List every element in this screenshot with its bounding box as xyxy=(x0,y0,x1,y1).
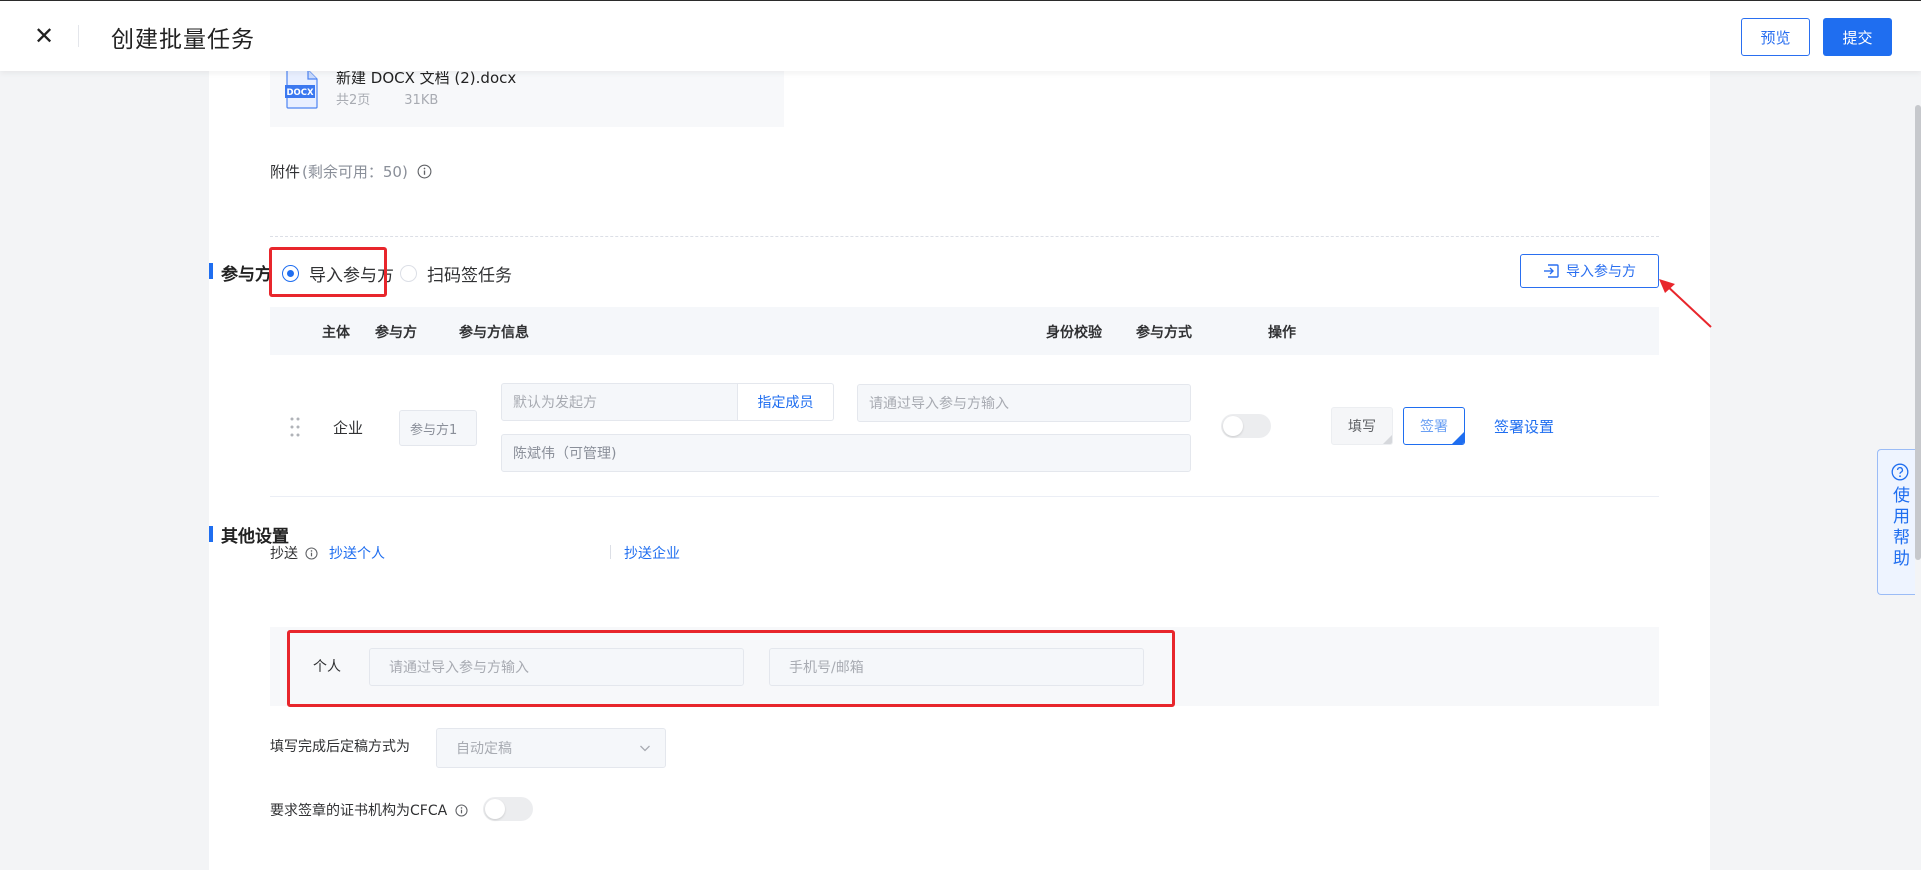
cc-person-link[interactable]: 抄送个人 xyxy=(329,543,385,563)
attachment-remaining: (剩余可用：50) xyxy=(302,163,408,181)
submit-button[interactable]: 提交 xyxy=(1823,18,1892,56)
party-name-field[interactable]: 参与方1 xyxy=(399,410,477,446)
finalize-select-value: 自动定稿 xyxy=(456,741,512,757)
page-title: 创建批量任务 xyxy=(111,27,255,53)
identity-check-toggle[interactable] xyxy=(1221,414,1271,438)
mode-fill-label: 填写 xyxy=(1348,419,1376,435)
document-size: 31KB xyxy=(404,93,439,108)
participants-table-header: 主体 参与方 参与方信息 身份校验 参与方式 操作 xyxy=(270,307,1659,355)
radio-unselected-icon xyxy=(400,265,417,282)
cfca-toggle[interactable] xyxy=(483,797,533,821)
import-icon xyxy=(1544,264,1559,278)
assign-member-button[interactable]: 指定成员 xyxy=(738,383,834,421)
import-button-label: 导入参与方 xyxy=(1566,264,1636,280)
highlight-box-cc xyxy=(287,630,1175,707)
column-header: 参与方信息 xyxy=(459,325,529,341)
document-meta: 共2页 31KB xyxy=(336,89,438,108)
document-card[interactable]: DOCX 新建 DOCX 文档 (2).docx 共2页 31KB xyxy=(270,69,784,127)
finalize-label: 填写完成后定稿方式为 xyxy=(270,739,410,755)
cc-company-link[interactable]: 抄送企业 xyxy=(624,543,680,563)
radio-label: 扫码签任务 xyxy=(427,266,512,286)
mode-fill-chip[interactable]: 填写 xyxy=(1331,407,1393,445)
cfca-label: 要求签章的证书机构为CFCA xyxy=(270,800,468,820)
participant-manager-field[interactable]: 陈斌伟（可管理) xyxy=(501,434,1191,472)
drag-handle-icon[interactable] xyxy=(289,416,301,438)
column-header: 主体 xyxy=(322,325,350,341)
docx-icon-text: DOCX xyxy=(286,88,314,98)
docx-file-icon: DOCX xyxy=(285,69,318,109)
cfca-label-text: 要求签章的证书机构为CFCA xyxy=(270,803,448,819)
chip-corner-icon xyxy=(1383,435,1392,444)
link-divider xyxy=(610,545,611,559)
participants-section-title: 参与方 xyxy=(221,265,272,285)
cc-label: 抄送 xyxy=(270,543,319,563)
question-icon xyxy=(1891,463,1908,481)
chevron-down-icon xyxy=(640,745,650,752)
header-divider xyxy=(78,25,79,47)
import-participants-button[interactable]: 导入参与方 xyxy=(1520,254,1659,288)
radio-scan-task[interactable]: 扫码签任务 xyxy=(400,261,512,286)
column-header: 参与方 xyxy=(375,325,417,341)
close-icon[interactable]: ✕ xyxy=(32,22,56,50)
attachment-row: 附件 (剩余可用：50) xyxy=(270,161,432,182)
section-marker xyxy=(209,526,213,542)
info-icon[interactable] xyxy=(455,804,468,817)
row-divider xyxy=(270,496,1659,497)
attachment-label: 附件 xyxy=(270,163,301,181)
chip-check-icon xyxy=(1452,432,1464,444)
info-icon[interactable] xyxy=(417,164,432,179)
scrollbar-thumb[interactable] xyxy=(1915,105,1921,560)
sign-settings-link[interactable]: 签署设置 xyxy=(1494,416,1554,437)
mode-sign-label: 签署 xyxy=(1420,419,1448,435)
top-bar: ✕ 创建批量任务 预览 提交 xyxy=(0,0,1921,71)
info-icon[interactable] xyxy=(305,547,319,560)
mode-sign-chip[interactable]: 签署 xyxy=(1403,407,1465,445)
cc-label-text: 抄送 xyxy=(270,546,298,562)
finalize-select[interactable]: 自动定稿 xyxy=(436,728,666,768)
annotation-arrow-icon xyxy=(1659,279,1712,328)
column-header: 参与方式 xyxy=(1136,325,1192,341)
row-entity: 企业 xyxy=(333,419,364,437)
section-marker xyxy=(209,263,213,279)
column-header: 操作 xyxy=(1268,325,1296,341)
form-card: DOCX 新建 DOCX 文档 (2).docx 共2页 31KB 附件 (剩余可… xyxy=(209,69,1710,870)
preview-button[interactable]: 预览 xyxy=(1741,18,1810,56)
help-label: 使用帮助 xyxy=(1889,486,1909,570)
column-header: 身份校验 xyxy=(1046,325,1102,341)
document-pages: 共2页 xyxy=(336,93,371,108)
highlight-box-radio xyxy=(269,247,387,297)
participant-info-field[interactable]: 默认为发起方 xyxy=(501,383,738,421)
section-divider xyxy=(270,236,1659,237)
participant-contact-input[interactable]: 请通过导入参与方输入 xyxy=(857,384,1191,422)
